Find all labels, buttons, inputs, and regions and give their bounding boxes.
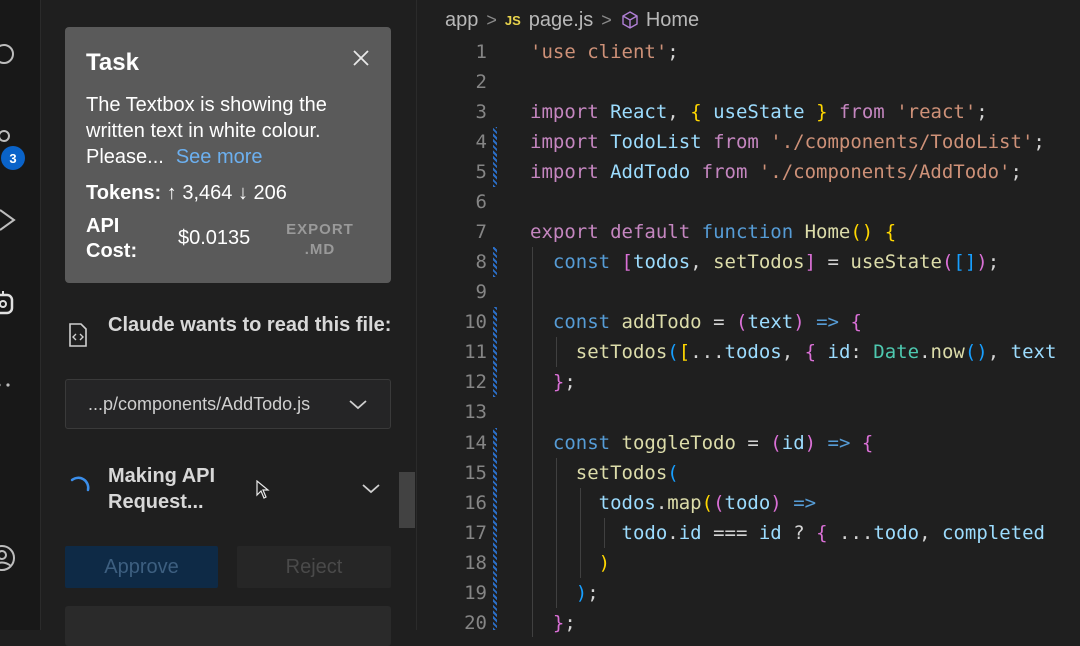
api-cost-label: API Cost: <box>86 214 137 264</box>
code-line: 9 <box>475 281 487 303</box>
code-line: 14 const toggleTodo = (id) => { <box>464 432 874 454</box>
code-line: 11 setTodos([...todos, { id: Date.now(),… <box>464 341 1057 363</box>
claude-panel: Task The Textbox is showing the written … <box>41 0 415 646</box>
code-line: 1'use client'; <box>475 41 679 63</box>
close-icon[interactable] <box>351 48 371 68</box>
api-cost-label-line2: Cost: <box>86 240 138 262</box>
chevron-right-icon: > <box>486 9 497 30</box>
export-label-line2: .MD <box>304 241 336 258</box>
code-line: 6 <box>475 191 487 213</box>
scrollbar-thumb[interactable] <box>399 472 415 528</box>
reject-button[interactable]: Reject <box>237 546 391 588</box>
api-status-line2: Request... <box>108 491 204 513</box>
breadcrumb-folder[interactable]: app <box>445 9 478 32</box>
source-control-badge: 3 <box>1 146 25 170</box>
code-line: 10 const addTodo = (text) => { <box>464 311 862 333</box>
code-line: 8 const [todos, setTodos] = useState([])… <box>475 251 1000 273</box>
file-path: ...p/components/AddTodo.js <box>88 394 311 414</box>
run-debug-icon[interactable] <box>0 207 22 233</box>
code-line: 20 }; <box>464 612 576 634</box>
code-line: 19 ); <box>464 582 599 604</box>
api-cost-label-line1: API <box>86 215 120 237</box>
code-line: 5 import AddTodo from './components/AddTo… <box>475 161 1022 183</box>
mouse-cursor-icon <box>256 479 270 500</box>
chat-input[interactable] <box>65 606 391 646</box>
code-line: 4 import TodoList from './components/Todo… <box>475 131 1045 153</box>
account-icon[interactable] <box>0 545 22 571</box>
breadcrumb-symbol[interactable]: Home <box>646 9 699 32</box>
tokens-up: ↑ 3,464 <box>166 182 233 204</box>
search-icon[interactable] <box>0 41 22 67</box>
export-md-button[interactable]: EXPORT .MD <box>275 220 365 260</box>
api-status-line1: Making API <box>108 465 216 487</box>
file-path-dropdown[interactable]: ...p/components/AddTodo.js <box>65 379 391 429</box>
code-line: 17 todo.id === id ? { ...todo, completed <box>464 522 1045 544</box>
approve-button[interactable]: Approve <box>65 546 218 588</box>
code-line: 18 ) <box>464 552 611 574</box>
breadcrumb: app > JS page.js > Home <box>445 8 699 32</box>
js-file-icon: JS <box>504 12 521 28</box>
activity-bar: 3 <box>0 0 41 630</box>
chevron-down-icon[interactable] <box>360 477 382 499</box>
code-line: 16 todos.map((todo) => <box>464 492 817 514</box>
task-title: Task <box>86 49 139 76</box>
code-line: 2 <box>475 71 487 93</box>
see-more-link[interactable]: See more <box>176 146 263 168</box>
tokens-info: Tokens: ↑ 3,464 ↓ 206 <box>86 182 287 205</box>
code-line: 12 }; <box>464 371 576 393</box>
loading-spinner-icon <box>68 474 92 498</box>
code-line: 3 import React, { useState } from 'react'… <box>475 101 988 123</box>
task-description: The Textbox is showing the written text … <box>86 92 386 170</box>
code-line: 15 setTodos( <box>464 462 679 484</box>
symbol-cube-icon <box>620 10 640 30</box>
api-cost-value: $0.0135 <box>178 227 251 249</box>
code-line: 7 export default function Home() { <box>475 221 897 243</box>
code-line: 13 <box>464 401 487 423</box>
file-code-icon <box>65 322 91 348</box>
api-request-status[interactable]: Making API Request... <box>108 463 215 515</box>
robot-icon[interactable] <box>0 291 22 317</box>
tokens-label: Tokens: <box>86 182 162 204</box>
read-request-title: Claude wants to read this file: <box>108 314 392 336</box>
code-editor[interactable]: app > JS page.js > Home 1'use client'; 2… <box>416 0 1080 637</box>
task-card: Task The Textbox is showing the written … <box>65 27 391 283</box>
export-label-line1: EXPORT <box>286 221 354 238</box>
tokens-down: ↓ 206 <box>237 182 287 204</box>
more-icon[interactable] <box>0 372 22 398</box>
chevron-right-icon: > <box>601 9 612 30</box>
chevron-down-icon <box>348 394 368 414</box>
breadcrumb-file[interactable]: page.js <box>529 9 594 32</box>
